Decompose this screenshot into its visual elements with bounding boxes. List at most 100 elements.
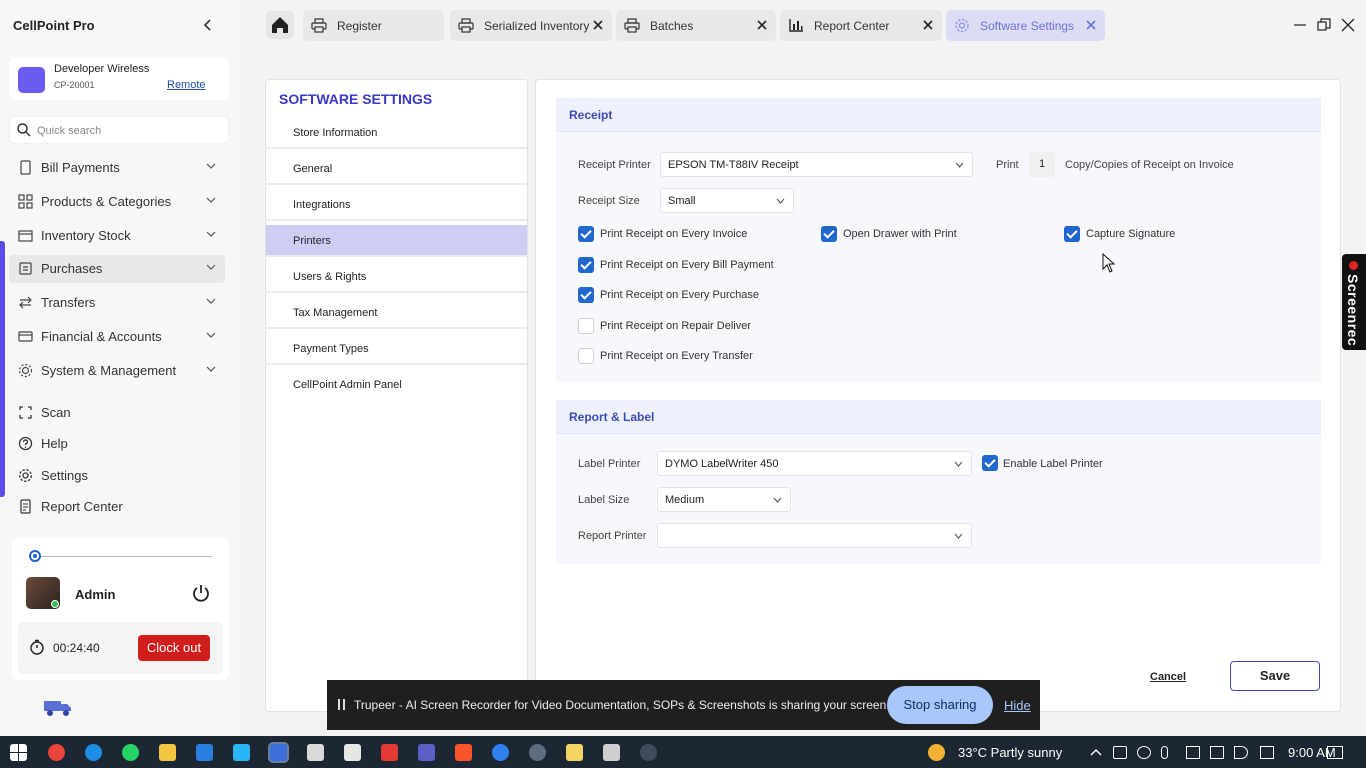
language-icon[interactable]: [1260, 746, 1274, 759]
close-icon[interactable]: [1085, 19, 1097, 31]
nav-system-management[interactable]: System & Management: [9, 357, 225, 385]
drag-handle-icon[interactable]: [338, 699, 345, 710]
battery-icon[interactable]: [1186, 746, 1200, 759]
collapse-sidebar-button[interactable]: [200, 16, 216, 34]
checkbox-capture-signature[interactable]: [1064, 226, 1080, 242]
weather-icon[interactable]: [928, 744, 945, 761]
close-icon[interactable]: [756, 19, 768, 31]
tab-software-settings[interactable]: Software Settings: [946, 10, 1105, 41]
receipt-printer-select[interactable]: EPSON TM-T88IV Receipt: [660, 152, 973, 177]
menu-item-payment-types[interactable]: Payment Types: [266, 333, 527, 365]
clock-out-button[interactable]: Clock out: [138, 635, 210, 661]
remote-link[interactable]: Remote: [167, 79, 206, 91]
save-button[interactable]: Save: [1230, 661, 1320, 691]
search-input[interactable]: [37, 122, 217, 139]
user-slider-knob[interactable]: [29, 550, 41, 562]
tab-batches[interactable]: Batches: [616, 10, 776, 41]
microphone-icon[interactable]: [1161, 746, 1168, 759]
restore-icon[interactable]: [1317, 18, 1331, 32]
brave-icon[interactable]: [455, 744, 472, 761]
receipt-section-header: Receipt: [556, 98, 1321, 132]
whatsapp-icon[interactable]: [122, 744, 139, 761]
checkbox-print-every-transfer[interactable]: [578, 348, 594, 364]
app-icon[interactable]: [381, 744, 398, 761]
menu-item-store-information[interactable]: Store Information: [266, 117, 527, 149]
nav-scan[interactable]: Scan: [9, 399, 225, 427]
app-icon[interactable]: [640, 744, 657, 761]
chevron-up-icon[interactable]: [1089, 746, 1103, 759]
checkbox-open-drawer[interactable]: [821, 226, 837, 242]
nav-purchases[interactable]: Purchases: [9, 255, 225, 283]
tab-register[interactable]: Register: [303, 10, 444, 41]
menu-item-printers[interactable]: Printers: [266, 225, 527, 257]
menu-item-admin-panel[interactable]: CellPoint Admin Panel: [266, 369, 527, 401]
app-icon[interactable]: [233, 744, 250, 761]
receipt-size-select[interactable]: Small: [660, 188, 794, 213]
notifications-icon[interactable]: [1327, 746, 1343, 759]
nav-financial-accounts[interactable]: Financial & Accounts: [9, 323, 225, 351]
store-app-icon[interactable]: [196, 744, 213, 761]
chrome-icon[interactable]: [48, 744, 65, 761]
windows-start-icon[interactable]: [10, 744, 27, 761]
checkbox-print-every-purchase[interactable]: [578, 287, 594, 303]
app-icon[interactable]: [344, 744, 361, 761]
checkbox-label: Print Receipt on Repair Deliver: [600, 320, 752, 332]
menu-item-general[interactable]: General: [266, 153, 527, 185]
close-icon[interactable]: [922, 19, 934, 31]
file-explorer-icon[interactable]: [159, 744, 176, 761]
checkbox-print-every-bill-payment[interactable]: [578, 257, 594, 273]
menu-item-tax-management[interactable]: Tax Management: [266, 297, 527, 329]
chart-icon: [789, 19, 803, 32]
window-close-icon[interactable]: [1341, 18, 1355, 32]
screenrec-tab[interactable]: Screenrec: [1342, 254, 1366, 350]
checkbox-enable-label-printer[interactable]: [982, 455, 998, 471]
label-printer-select[interactable]: DYMO LabelWriter 450: [657, 451, 972, 476]
cellpoint-app-icon[interactable]: [268, 742, 289, 763]
app-icon[interactable]: [492, 744, 509, 761]
label-size-select[interactable]: Medium: [657, 487, 791, 512]
volume-icon[interactable]: [1234, 746, 1248, 759]
close-icon[interactable]: [592, 19, 604, 31]
edge-icon[interactable]: [85, 744, 102, 761]
network-icon[interactable]: [1210, 746, 1224, 759]
calculator-icon[interactable]: [603, 744, 620, 761]
checkbox-print-repair-deliver[interactable]: [578, 318, 594, 334]
quick-search: [9, 116, 229, 144]
onedrive-icon[interactable]: [1137, 746, 1151, 759]
copies-input[interactable]: 1: [1029, 152, 1055, 177]
power-icon[interactable]: [191, 583, 211, 603]
meet-now-icon[interactable]: [1113, 746, 1127, 759]
nav-report-center[interactable]: Report Center: [9, 493, 225, 521]
nav-bill-payments[interactable]: Bill Payments: [9, 154, 225, 182]
chevron-down-icon: [206, 366, 216, 372]
nav-transfers[interactable]: Transfers: [9, 289, 225, 317]
weather-text: 33°C Partly sunny: [958, 745, 1063, 760]
nav-products-categories[interactable]: Products & Categories: [9, 188, 225, 216]
system-icon: [18, 363, 33, 378]
menu-item-integrations[interactable]: Integrations: [266, 189, 527, 221]
receipt-size-label: Receipt Size: [578, 195, 640, 207]
cancel-button[interactable]: Cancel: [1150, 671, 1186, 683]
tab-label: Software Settings: [980, 19, 1075, 33]
tab-serialized-inventory[interactable]: Serialized Inventory: [450, 10, 612, 41]
teams-icon[interactable]: [418, 744, 435, 761]
minimize-icon[interactable]: [1293, 18, 1307, 32]
home-button[interactable]: [266, 11, 294, 39]
menu-item-users-rights[interactable]: Users & Rights: [266, 261, 527, 293]
nav-label: Bill Payments: [41, 160, 120, 175]
nav-settings[interactable]: Settings: [9, 462, 225, 490]
app-icon[interactable]: [566, 744, 583, 761]
nav-help[interactable]: Help: [9, 430, 225, 458]
chevron-down-icon: [206, 264, 216, 270]
nav-inventory-stock[interactable]: Inventory Stock: [9, 222, 225, 250]
tab-report-center[interactable]: Report Center: [780, 10, 942, 41]
copies-suffix-label: Copy/Copies of Receipt on Invoice: [1065, 159, 1234, 171]
checkbox-label: Print Receipt on Every Bill Payment: [600, 259, 774, 271]
app-icon[interactable]: [307, 744, 324, 761]
delivery-truck-icon[interactable]: [42, 698, 74, 718]
stop-sharing-button[interactable]: Stop sharing: [887, 686, 993, 724]
app-icon[interactable]: [529, 744, 546, 761]
report-printer-select[interactable]: [657, 523, 972, 548]
hide-sharing-bar-link[interactable]: Hide: [1004, 698, 1031, 713]
checkbox-print-every-invoice[interactable]: [578, 226, 594, 242]
